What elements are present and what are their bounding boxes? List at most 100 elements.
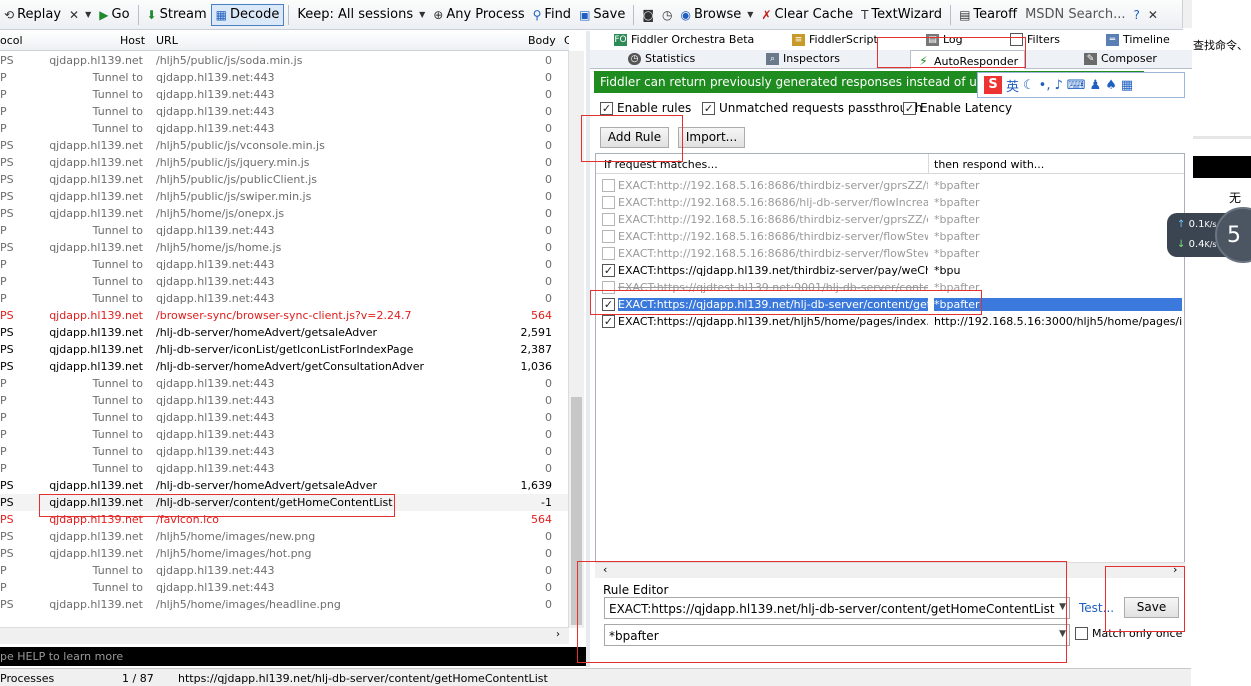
- add-rule-button[interactable]: Add Rule: [600, 127, 669, 148]
- msdn-search-input[interactable]: MSDN Search...: [1021, 7, 1129, 22]
- session-row[interactable]: PS qjdapp.hl139.net/hljh5/home/js/home.js…: [0, 239, 569, 256]
- textwizard-button[interactable]: T TextWizard: [857, 4, 946, 26]
- chevron-down-icon[interactable]: ▼: [1059, 629, 1066, 639]
- session-row[interactable]: P Tunnel to qjdapp.hl139.net:443 0: [0, 579, 569, 596]
- import-button[interactable]: Import...: [678, 127, 745, 148]
- session-row[interactable]: PS qjdapp.hl139.net/favicon.ico 564: [0, 511, 569, 528]
- session-row[interactable]: PS qjdapp.hl139.net/hljh5/home/images/hot…: [0, 545, 569, 562]
- replay-button[interactable]: ⟲ Replay: [0, 4, 65, 26]
- keep-sessions-dropdown[interactable]: Keep: All sessions ▼: [293, 4, 429, 26]
- help-button[interactable]: ?: [1129, 4, 1143, 26]
- session-row[interactable]: PS qjdapp.hl139.net/browser-sync/browser-…: [0, 307, 569, 324]
- session-row[interactable]: P Tunnel to qjdapp.hl139.net:443 0: [0, 375, 569, 392]
- quickexec-input[interactable]: pe HELP to learn more: [0, 647, 586, 666]
- user-icon[interactable]: ♟: [1090, 78, 1102, 93]
- chevron-right-icon[interactable]: ›: [556, 629, 560, 640]
- col-host[interactable]: Host: [120, 34, 145, 47]
- rule-checkbox[interactable]: [602, 179, 615, 192]
- session-row[interactable]: P Tunnel to qjdapp.hl139.net:443 0: [0, 273, 569, 290]
- session-row[interactable]: P Tunnel to qjdapp.hl139.net:443 0: [0, 392, 569, 409]
- grid-icon[interactable]: ▦: [1121, 78, 1133, 93]
- remove-button[interactable]: ✕ ▼: [65, 4, 95, 26]
- moon-icon[interactable]: ☾: [1023, 78, 1035, 93]
- rule-checkbox[interactable]: [602, 247, 615, 260]
- tearoff-button[interactable]: ▤ Tearoff: [955, 4, 1021, 26]
- session-row[interactable]: P Tunnel to qjdapp.hl139.net:443 0: [0, 120, 569, 137]
- stream-button[interactable]: ⬇ Stream: [143, 4, 211, 26]
- sessions-horizontal-scrollbar[interactable]: ›: [0, 627, 569, 644]
- screenshot-button[interactable]: ◙: [638, 4, 658, 26]
- session-row[interactable]: PS qjdapp.hl139.net/hljh5/public/js/swipe…: [0, 188, 569, 205]
- enable-rules-checkbox[interactable]: ✓: [600, 101, 613, 115]
- session-row[interactable]: PS qjdapp.hl139.net/hljh5/public/js/vcons…: [0, 137, 569, 154]
- session-row[interactable]: P Tunnel to qjdapp.hl139.net:443 0: [0, 290, 569, 307]
- close-toolbar-button[interactable]: ✕: [1144, 4, 1162, 26]
- session-row[interactable]: PS qjdapp.hl139.net/hljh5/home/images/hea…: [0, 596, 569, 613]
- enable-rules-option[interactable]: ✓ Enable rules: [600, 101, 691, 115]
- rule-row[interactable]: EXACT:https://qjdtest.hl139.net:9001/hlj…: [596, 279, 1184, 296]
- tab-orchestra[interactable]: FO Fiddler Orchestra Beta: [614, 33, 754, 46]
- go-button[interactable]: ▶ Go: [95, 4, 133, 26]
- browse-button[interactable]: ◉ Browse ▼: [676, 4, 757, 26]
- punct-icon[interactable]: •,: [1039, 78, 1051, 93]
- clear-cache-button[interactable]: ✗ Clear Cache: [757, 4, 857, 26]
- test-link[interactable]: Test...: [1079, 601, 1114, 615]
- session-row[interactable]: P Tunnel to qjdapp.hl139.net:443 0: [0, 562, 569, 579]
- unmatched-checkbox[interactable]: ✓: [702, 101, 715, 115]
- session-row[interactable]: P Tunnel to qjdapp.hl139.net:443 0: [0, 443, 569, 460]
- status-processes[interactable]: Processes: [0, 672, 54, 685]
- rule-row[interactable]: EXACT:http://192.168.5.16:8686/thirdbiz-…: [596, 228, 1184, 245]
- rule-row[interactable]: EXACT:http://192.168.5.16:8686/thirdbiz-…: [596, 177, 1184, 194]
- session-row[interactable]: PS qjdapp.hl139.net/hlj-db-server/homeAdv…: [0, 324, 569, 341]
- rule-row[interactable]: ✓ EXACT:https://qjdapp.hl139.net/hljh5/ho…: [596, 313, 1184, 330]
- rule-row[interactable]: ✓ EXACT:https://qjdapp.hl139.net/hlj-db-s…: [596, 296, 1184, 313]
- session-row[interactable]: P Tunnel to qjdapp.hl139.net:443 0: [0, 426, 569, 443]
- tab-log[interactable]: ▤ Log: [926, 33, 963, 46]
- chevron-left-icon[interactable]: ‹: [603, 563, 607, 576]
- tab-autoresponder[interactable]: ⚡ AutoResponder: [910, 50, 1026, 69]
- session-row[interactable]: P Tunnel to qjdapp.hl139.net:443 0: [0, 409, 569, 426]
- session-row[interactable]: P Tunnel to qjdapp.hl139.net:443 0: [0, 86, 569, 103]
- chevron-down-icon[interactable]: ▼: [1059, 602, 1066, 612]
- shirt-icon[interactable]: ♠: [1105, 78, 1117, 93]
- match-combo[interactable]: EXACT:https://qjdapp.hl139.net/hlj-db-se…: [604, 597, 1070, 619]
- keyboard-icon[interactable]: ⌨: [1067, 78, 1086, 93]
- tab-filters[interactable]: Filters: [1010, 33, 1060, 46]
- decode-button[interactable]: ▦ Decode: [210, 3, 285, 26]
- session-row[interactable]: P Tunnel to qjdapp.hl139.net:443 0: [0, 222, 569, 239]
- sessions-vertical-scrollbar[interactable]: [568, 51, 584, 628]
- session-row[interactable]: P Tunnel to qjdapp.hl139.net:443 0: [0, 460, 569, 477]
- scroll-thumb[interactable]: [571, 397, 582, 625]
- col-protocol[interactable]: ocol: [0, 34, 23, 47]
- sogou-icon[interactable]: S: [984, 76, 1002, 94]
- rule-row[interactable]: EXACT:http://192.168.5.16:8686/thirdbiz-…: [596, 211, 1184, 228]
- rule-checkbox[interactable]: ✓: [602, 264, 615, 277]
- session-row[interactable]: PS qjdapp.hl139.net/hljh5/public/js/publi…: [0, 171, 569, 188]
- save-rule-button[interactable]: Save: [1124, 597, 1179, 618]
- speed-badge[interactable]: 5: [1215, 207, 1251, 263]
- session-row[interactable]: PS qjdapp.hl139.net/hljh5/home/images/new…: [0, 528, 569, 545]
- find-button[interactable]: ⚲ Find: [529, 4, 575, 26]
- session-row[interactable]: PS qjdapp.hl139.net/hlj-db-server/homeAdv…: [0, 358, 569, 375]
- rule-row[interactable]: EXACT:http://192.168.5.16:8686/hlj-db-se…: [596, 194, 1184, 211]
- any-process-button[interactable]: ⊕ Any Process: [429, 4, 528, 26]
- col-extra[interactable]: C: [564, 34, 569, 47]
- window-scrollbar[interactable]: [1182, 0, 1192, 28]
- session-row[interactable]: PS qjdapp.hl139.net/hlj-db-server/content…: [0, 494, 569, 511]
- match-once-checkbox[interactable]: [1075, 627, 1088, 640]
- col-divider[interactable]: [928, 154, 929, 174]
- tab-statistics[interactable]: ◷ Statistics: [628, 52, 695, 65]
- session-row[interactable]: P Tunnel to qjdapp.hl139.net:443 0: [0, 256, 569, 273]
- timer-button[interactable]: ◷: [658, 4, 676, 26]
- col-match[interactable]: If request matches...: [604, 158, 718, 171]
- tab-fiddlerscript[interactable]: ≡ FiddlerScript: [792, 33, 878, 46]
- latency-checkbox[interactable]: ✓: [903, 101, 916, 115]
- rule-checkbox[interactable]: ✓: [602, 298, 615, 311]
- save-button[interactable]: ▣ Save: [575, 4, 629, 26]
- session-row[interactable]: P Tunnel to qjdapp.hl139.net:443 0: [0, 69, 569, 86]
- rule-checkbox[interactable]: ✓: [602, 315, 615, 328]
- unmatched-option[interactable]: ✓ Unmatched requests passthrough: [702, 101, 922, 115]
- tab-inspectors[interactable]: ⌕ Inspectors: [766, 52, 840, 65]
- session-row[interactable]: PS qjdapp.hl139.net/hljh5/public/js/jquer…: [0, 154, 569, 171]
- rule-checkbox[interactable]: [602, 230, 615, 243]
